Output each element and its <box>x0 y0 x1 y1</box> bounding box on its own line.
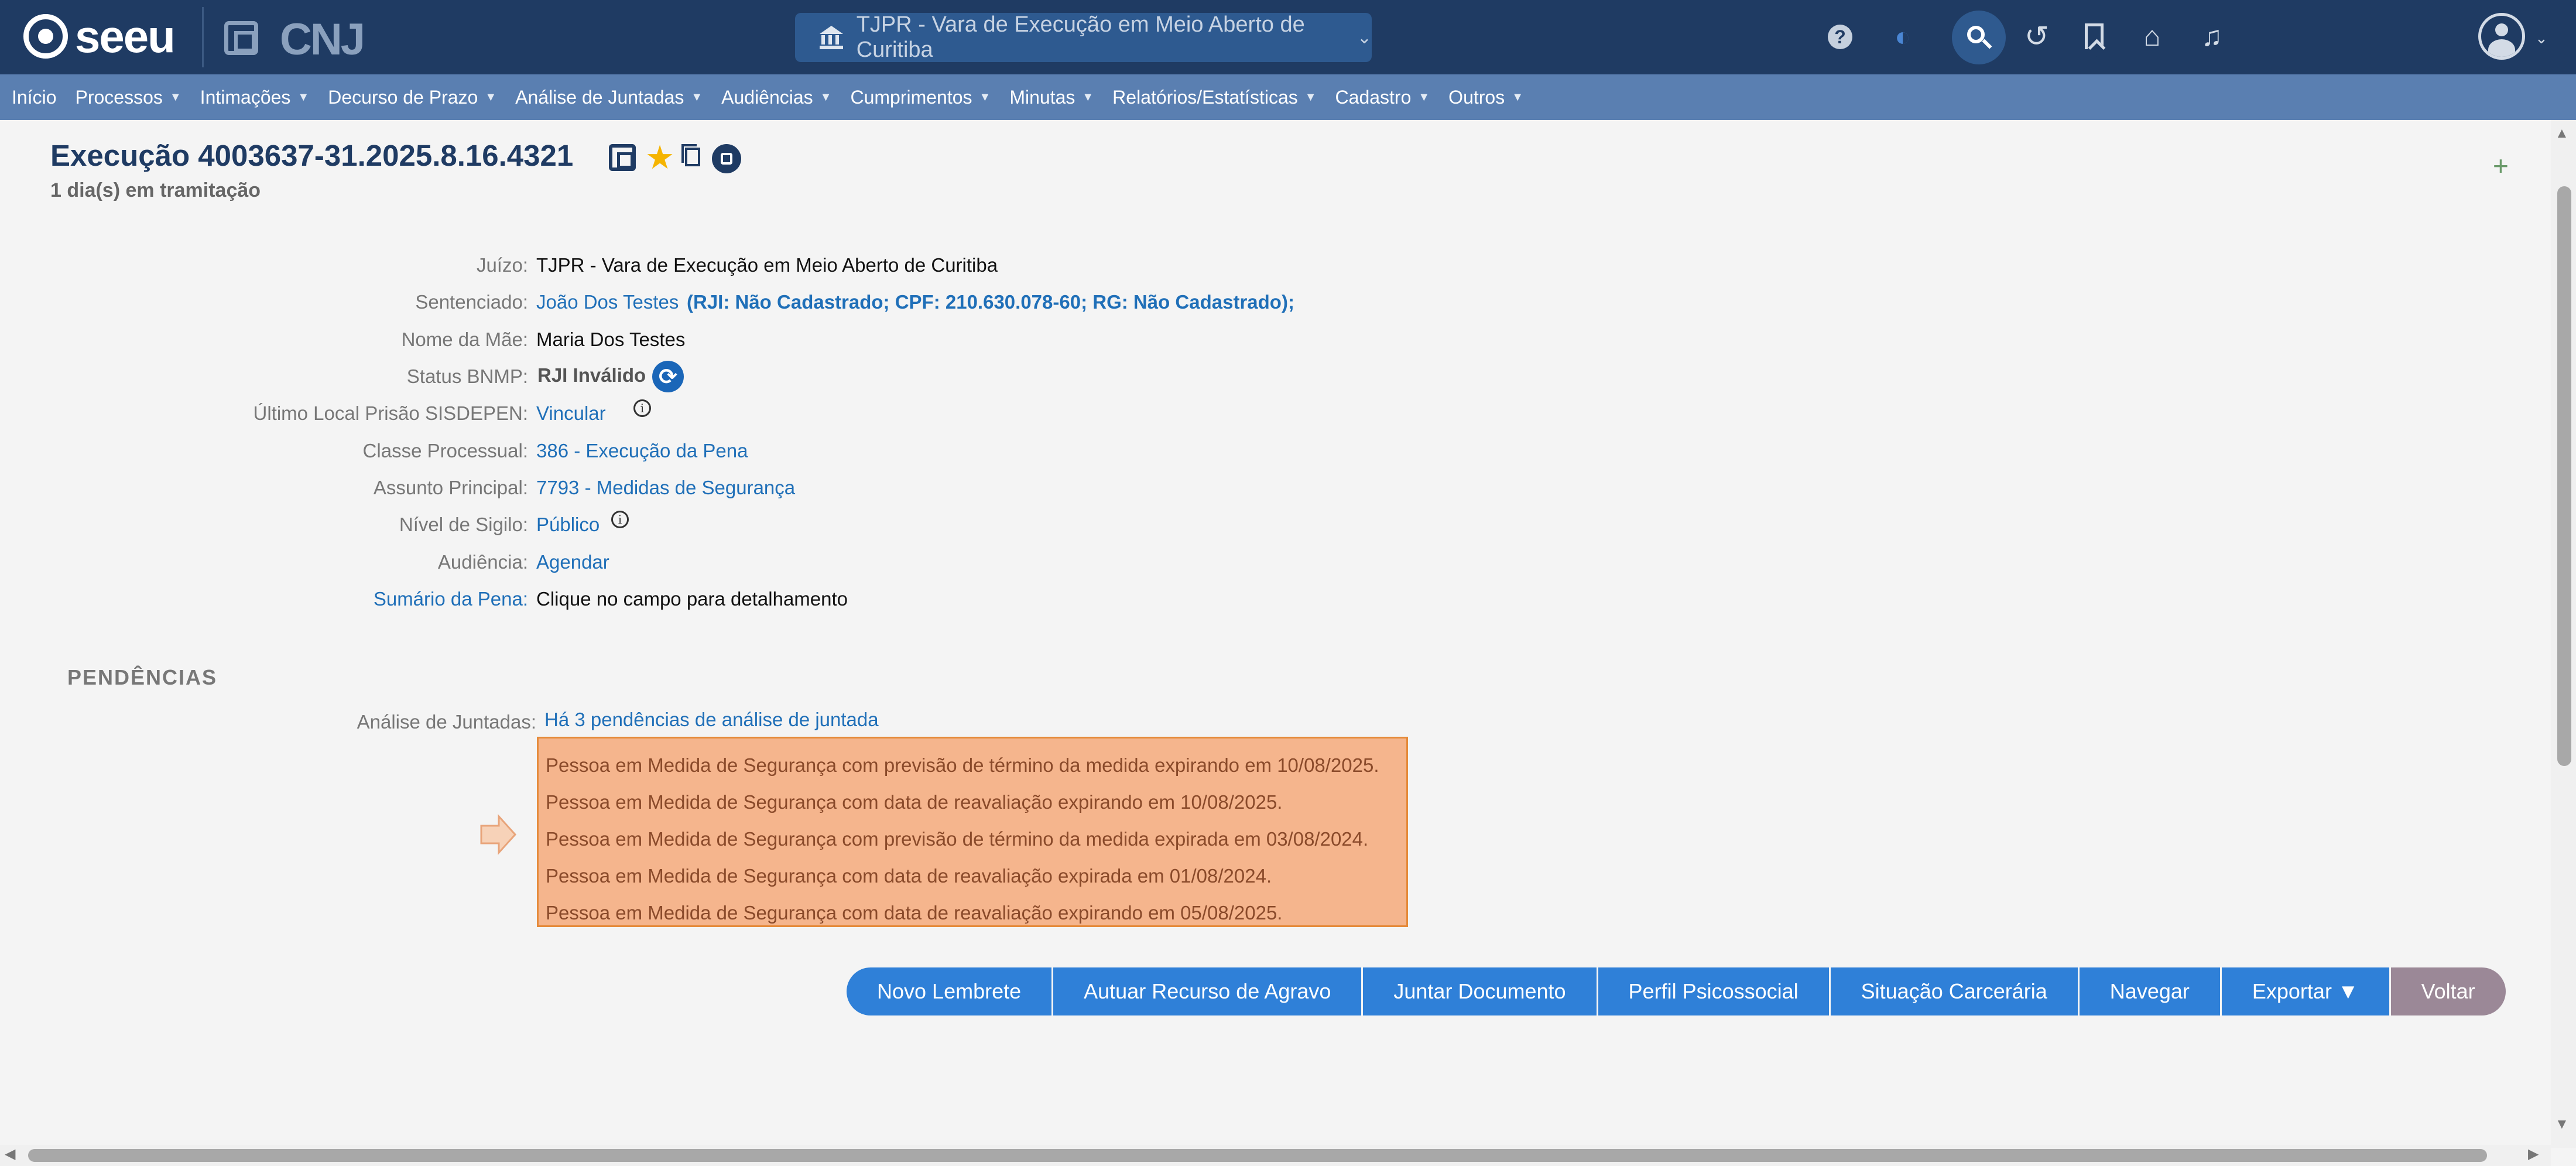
voltar-button[interactable]: Voltar <box>2390 967 2506 1015</box>
caret-down-icon: ▼ <box>820 90 832 104</box>
avatar-chevron-icon[interactable]: ⌄ <box>2535 29 2548 47</box>
seeu-logo-icon <box>23 14 68 59</box>
caret-down-icon: ▼ <box>169 90 181 104</box>
classe-processual-label: Classe Processual: <box>362 440 528 461</box>
menu-item-decurso-de-prazo[interactable]: Decurso de Prazo ▼ <box>328 87 496 108</box>
caret-down-icon: ▼ <box>1418 90 1430 104</box>
help-icon[interactable]: ? <box>1828 25 1852 49</box>
user-avatar-icon[interactable] <box>2478 13 2525 60</box>
situacao-carceraria-button[interactable]: Situação Carcerária <box>1830 967 2080 1015</box>
court-selector-label: TJPR - Vara de Execução em Meio Aberto d… <box>856 12 1305 62</box>
info-icon[interactable]: i <box>611 511 629 528</box>
juntar-documento-button[interactable]: Juntar Documento <box>1363 967 1598 1015</box>
process-action-icon[interactable] <box>712 144 741 173</box>
cnj-logo-text: CNJ <box>280 15 365 64</box>
header-divider <box>202 7 204 67</box>
status-bnmp-label: Status BNMP: <box>406 365 528 387</box>
pendencias-alert-box: Pessoa em Medida de Segurança com previs… <box>537 737 1408 927</box>
alert-item: Pessoa em Medida de Segurança com data d… <box>546 902 1283 924</box>
menu-item-inicio[interactable]: Início <box>12 87 56 108</box>
audiencia-label: Audiência: <box>437 551 528 573</box>
scroll-up-icon[interactable]: ▲ <box>2555 125 2569 142</box>
menu-item-cadastro[interactable]: Cadastro ▼ <box>1335 87 1430 108</box>
caret-down-icon: ▼ <box>1512 90 1523 104</box>
caret-down-icon: ▼ <box>979 90 991 104</box>
pendencias-juntada-link[interactable]: Há 3 pendências de análise de juntada <box>544 709 879 731</box>
alert-item: Pessoa em Medida de Segurança com data d… <box>546 865 1272 887</box>
exportar-button[interactable]: Exportar ▼ <box>2221 967 2391 1015</box>
seeu-logo[interactable]: seeu <box>23 11 176 62</box>
caret-down-icon: ▼ <box>1082 90 1094 104</box>
sumario-pena-label[interactable]: Sumário da Pena: <box>374 588 528 610</box>
main-menu: Início Processos ▼ Intimações ▼ Decurso de… <box>0 74 2576 120</box>
vincular-link[interactable]: Vincular <box>536 402 606 425</box>
assunto-principal-label: Assunto Principal: <box>373 477 528 498</box>
favorite-star-icon[interactable]: ★ <box>645 138 674 177</box>
page-subtitle: 1 dia(s) em tramitação <box>50 179 261 201</box>
alert-item: Pessoa em Medida de Segurança com previs… <box>546 754 1379 776</box>
tag-icon[interactable]: ⌂ <box>2138 21 2166 52</box>
theme-toggle-icon[interactable]: ◐ <box>1889 21 1917 52</box>
vertical-scrollbar-thumb[interactable] <box>2557 186 2571 766</box>
status-bnmp-value: RJI Inválido <box>537 364 646 386</box>
analise-juntadas-label: Análise de Juntadas: <box>357 711 536 733</box>
court-building-icon <box>820 26 843 49</box>
caret-down-icon: ▼ <box>297 90 310 104</box>
juizo-label: Juízo: <box>476 254 528 276</box>
juizo-value: TJPR - Vara de Execução em Meio Aberto d… <box>536 254 998 276</box>
sisdepen-label: Último Local Prisão SISDEPEN: <box>253 402 529 424</box>
perfil-psicossocial-button[interactable]: Perfil Psicossocial <box>1598 967 1831 1015</box>
expand-plus-button[interactable]: + <box>2493 150 2509 182</box>
nivel-sigilo-link[interactable]: Público <box>536 514 600 536</box>
seeu-logo-text: seeu <box>75 11 176 62</box>
menu-item-relatorios[interactable]: Relatórios/Estatísticas ▼ <box>1112 87 1316 108</box>
autuar-recurso-agravo-button[interactable]: Autuar Recurso de Agravo <box>1053 967 1364 1015</box>
menu-item-minutas[interactable]: Minutas ▼ <box>1009 87 1094 108</box>
page-title: Execução 4003637-31.2025.8.16.4321 <box>50 139 574 172</box>
menu-item-intimacoes[interactable]: Intimações ▼ <box>200 87 310 108</box>
caret-down-icon: ▼ <box>485 90 497 104</box>
novo-lembrete-button[interactable]: Novo Lembrete <box>847 967 1054 1015</box>
sentenciado-label: Sentenciado: <box>415 291 528 313</box>
info-icon[interactable]: i <box>633 399 651 417</box>
assunto-principal-link[interactable]: 7793 - Medidas de Segurança <box>536 477 795 499</box>
cnj-emblem-icon <box>224 21 258 55</box>
scroll-down-icon[interactable]: ▼ <box>2555 1116 2569 1133</box>
nivel-sigilo-label: Nível de Sigilo: <box>399 514 528 535</box>
refresh-icon[interactable]: ⟳ <box>652 361 684 392</box>
court-selector[interactable]: TJPR - Vara de Execução em Meio Aberto d… <box>795 12 1372 62</box>
arrow-right-icon <box>480 814 516 855</box>
history-icon[interactable]: ↺ <box>2023 20 2051 53</box>
sumario-pena-value[interactable]: Clique no campo para detalhamento <box>536 588 848 610</box>
nome-mae-value: Maria Dos Testes <box>536 329 686 350</box>
alert-item: Pessoa em Medida de Segurança com data d… <box>546 791 1283 813</box>
sentenciado-details[interactable]: (RJI: Não Cadastrado; CPF: 210.630.078-6… <box>687 291 1294 313</box>
alert-item: Pessoa em Medida de Segurança com previs… <box>546 828 1369 850</box>
bookmark-icon[interactable] <box>2080 22 2108 50</box>
classe-processual-link[interactable]: 386 - Execução da Pena <box>536 440 748 462</box>
navegar-button[interactable]: Navegar <box>2079 967 2222 1015</box>
menu-item-cumprimentos[interactable]: Cumprimentos ▼ <box>850 87 991 108</box>
duplicate-icon[interactable] <box>681 144 700 166</box>
caret-down-icon: ▼ <box>1304 90 1317 104</box>
horizontal-scrollbar-thumb[interactable] <box>28 1149 2487 1162</box>
caret-down-icon: ▼ <box>691 90 703 104</box>
action-button-group: Novo Lembrete Autuar Recurso de Agravo J… <box>847 967 2506 1015</box>
nome-mae-label: Nome da Mãe: <box>401 329 528 350</box>
menu-item-analise-de-juntadas[interactable]: Análise de Juntadas ▼ <box>515 87 703 108</box>
menu-item-processos[interactable]: Processos ▼ <box>75 87 181 108</box>
sentenciado-name-link[interactable]: João Dos Testes <box>536 291 679 313</box>
agendar-link[interactable]: Agendar <box>536 551 609 573</box>
chevron-down-icon: ⌄ <box>1356 28 1372 47</box>
pendencias-section-title: PENDÊNCIAS <box>67 665 218 689</box>
process-copy-icon[interactable] <box>609 144 636 171</box>
scroll-right-icon[interactable]: ▶ <box>2528 1146 2539 1162</box>
menu-item-audiencias[interactable]: Audiências ▼ <box>721 87 831 108</box>
bell-icon[interactable]: ♫ <box>2198 21 2226 52</box>
menu-item-outros[interactable]: Outros ▼ <box>1448 87 1523 108</box>
scroll-left-icon[interactable]: ◀ <box>5 1146 15 1162</box>
